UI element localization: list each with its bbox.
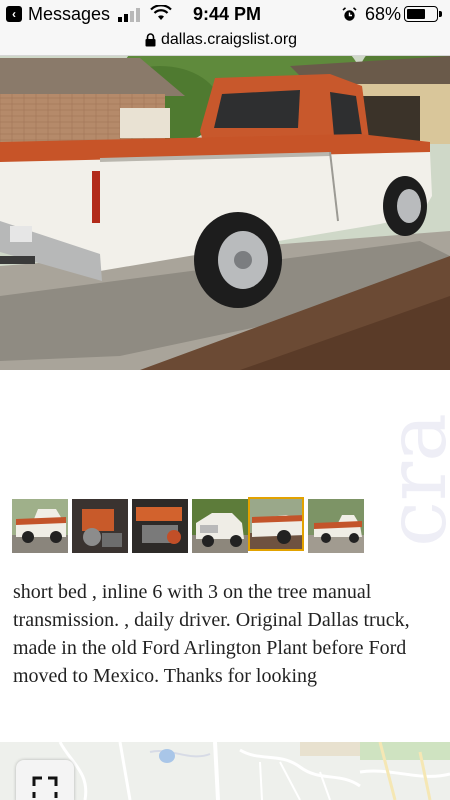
photo-thumbnail-strip: [12, 497, 372, 556]
thumbnail-truck-side-far[interactable]: [308, 499, 364, 553]
back-arrow-icon[interactable]: ‹: [6, 6, 22, 22]
wifi-icon: [150, 5, 172, 20]
craigslist-watermark: cra: [362, 372, 450, 552]
listing-description: short bed , inline 6 with 3 on the tree …: [13, 581, 410, 687]
watermark-text: cra: [370, 412, 450, 547]
battery-percentage: 68%: [365, 4, 402, 24]
cellular-signal-icon: [118, 8, 142, 22]
url-text[interactable]: dallas.craigslist.org: [161, 31, 297, 49]
map-expand-button[interactable]: [16, 760, 74, 800]
status-bar: ‹ Messages 9:44 PM 68%: [0, 0, 450, 28]
lock-icon: [145, 33, 156, 47]
battery-icon: [404, 6, 442, 22]
thumbnail-truck-front[interactable]: [192, 499, 248, 553]
expand-icon: [32, 776, 58, 798]
thumbnail-engine-bay[interactable]: [72, 499, 128, 553]
alarm-icon: [342, 7, 357, 21]
thumbnail-truck-rear[interactable]: [248, 497, 304, 551]
back-to-app-label[interactable]: Messages: [28, 4, 110, 25]
address-bar[interactable]: dallas.craigslist.org: [0, 28, 450, 56]
listing-main-photo[interactable]: [0, 56, 450, 370]
thumbnail-engine-closeup[interactable]: [132, 499, 188, 553]
thumbnail-truck-side[interactable]: [12, 499, 68, 553]
clock-time: 9:44 PM: [193, 4, 262, 24]
